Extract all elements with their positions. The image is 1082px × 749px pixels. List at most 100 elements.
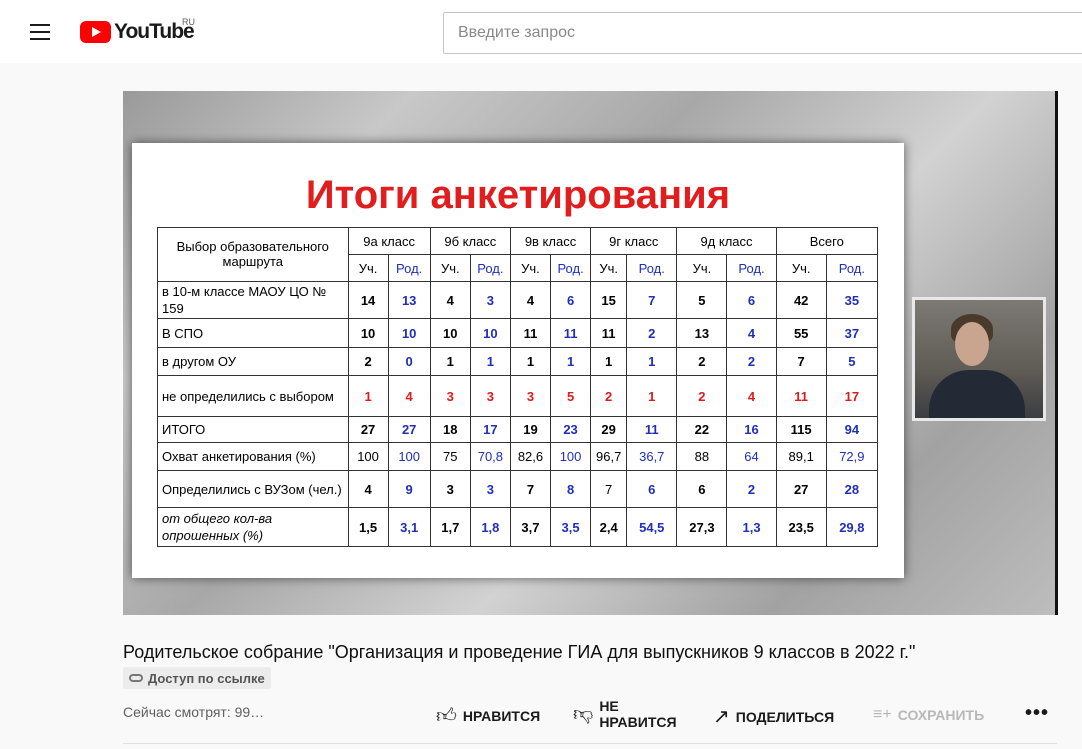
table-cell: 2: [726, 469, 777, 509]
table-cell: 17: [469, 415, 511, 444]
table-cell: 27: [775, 469, 827, 509]
table-cell: 28: [825, 469, 879, 509]
table-cell: 37: [825, 318, 879, 348]
table-cell: 3: [509, 375, 552, 417]
search-input[interactable]: Введите запрос: [443, 12, 1082, 54]
table-cell: 72,9: [825, 442, 879, 471]
table-cell: 88: [676, 442, 728, 471]
table-row: от общего кол-ва опрошенных (%) 1,5 3,1 1,7…: [157, 507, 879, 547]
table-cell: 2: [626, 318, 678, 348]
sub-header: Уч.: [676, 254, 728, 282]
dislike-label-line1: НЕ: [599, 698, 619, 714]
table-cell: 23,5: [775, 507, 827, 547]
player-edge: [1055, 91, 1058, 615]
table-cell: 17: [825, 375, 879, 417]
table-cell: 115: [775, 415, 827, 444]
table-cell: 7: [626, 280, 678, 320]
table-cell: 1: [469, 346, 511, 377]
presenter-face: [955, 322, 989, 366]
share-button[interactable]: ↗ ПОДЕЛИТЬСЯ: [713, 704, 834, 729]
link-icon: [129, 674, 143, 682]
top-bar: YouTube RU Введите запрос: [0, 0, 1082, 63]
table-cell: 15: [590, 280, 628, 320]
table-cell: 7: [775, 346, 827, 377]
table-cell: 54,5: [626, 507, 678, 547]
table-cell: 2: [726, 346, 777, 377]
class-header: Всего: [775, 226, 879, 256]
like-button[interactable]: 👍︎ НРАВИТСЯ: [436, 704, 540, 728]
video-player[interactable]: Итоги анкетирования Выбор образовательно…: [123, 91, 1057, 615]
row-label: ИТОГО: [157, 415, 349, 444]
table-cell: 9: [387, 469, 431, 509]
table-cell: 3: [469, 375, 511, 417]
table-cell: 3: [469, 469, 511, 509]
table-cell: 1,3: [726, 507, 777, 547]
class-header: 9б класс: [429, 226, 511, 256]
table-cell: 6: [726, 280, 777, 320]
table-cell: 42: [775, 280, 827, 320]
youtube-logo[interactable]: YouTube: [80, 20, 195, 44]
sub-header: Род.: [825, 254, 879, 282]
table-cell: 2: [676, 375, 728, 417]
table-cell: 100: [347, 442, 389, 471]
table-cell: 1,7: [429, 507, 471, 547]
table-row: не определились с выбором 1 4 3 3 3 5 2 1 2 4 11 17: [157, 375, 879, 417]
viewers-count: Сейчас смотрят: 99…: [123, 704, 265, 720]
table-cell: 3,1: [387, 507, 431, 547]
menu-icon[interactable]: [30, 24, 50, 40]
sub-header: Уч.: [775, 254, 827, 282]
table-cell: 1,5: [347, 507, 389, 547]
table-cell: 1: [509, 346, 552, 377]
class-header: 9а класс: [347, 226, 431, 256]
table-cell: 27,3: [676, 507, 728, 547]
table-cell: 6: [626, 469, 678, 509]
class-header: 9д класс: [676, 226, 777, 256]
share-label: ПОДЕЛИТЬСЯ: [735, 708, 835, 725]
table-cell: 36,7: [626, 442, 678, 471]
row-label: от общего кол-ва опрошенных (%): [157, 507, 349, 547]
table-cell: 35: [825, 280, 879, 320]
table-row: В СПО 10 10 10 10 11 11 11 2 13 4 55 37: [157, 318, 879, 348]
sub-header: Уч.: [509, 254, 552, 282]
sub-header: Род.: [469, 254, 511, 282]
table-cell: 3: [429, 375, 471, 417]
dislike-button[interactable]: 👎︎ НЕ НРАВИТСЯ: [573, 698, 677, 730]
table-cell: 1,8: [469, 507, 511, 547]
survey-table: Выбор образовательного маршрута 9а класс…: [157, 226, 879, 547]
table-cell: 0: [387, 346, 431, 377]
sub-header: Уч.: [347, 254, 389, 282]
table-cell: 27: [347, 415, 389, 444]
sub-header: Уч.: [590, 254, 628, 282]
table-cell: 3,7: [509, 507, 552, 547]
table-cell: 7: [509, 469, 552, 509]
sub-header: Уч.: [429, 254, 471, 282]
table-cell: 11: [775, 375, 827, 417]
table-cell: 2,4: [590, 507, 628, 547]
table-cell: 100: [387, 442, 431, 471]
thumb-up-icon: 👍︎: [436, 705, 457, 727]
table-cell: 4: [726, 375, 777, 417]
table-row: Охват анкетирования (%) 100 100 75 70,8 82,6 1…: [157, 442, 879, 471]
table-cell: 1: [626, 375, 678, 417]
divider: [123, 743, 1057, 744]
table-row: Определились с ВУЗом (чел.) 4 9 3 3 7 8 7 6 6 2 27 2…: [157, 469, 879, 509]
play-logo-icon: [80, 21, 111, 43]
table-cell: 29: [590, 415, 628, 444]
table-cell: 18: [429, 415, 471, 444]
table-cell: 6: [550, 280, 592, 320]
table-cell: 3,5: [550, 507, 592, 547]
access-badge-label: Доступ по ссылке: [148, 670, 265, 686]
class-header: 9в класс: [509, 226, 592, 256]
row-label: Охват анкетирования (%): [157, 442, 349, 471]
table-cell: 55: [775, 318, 827, 348]
table-cell: 3: [469, 280, 511, 320]
presenter-body: [929, 370, 1025, 418]
table-cell: 4: [347, 469, 389, 509]
table-cell: 82,6: [509, 442, 552, 471]
more-icon[interactable]: •••: [1025, 702, 1049, 725]
sub-header: Род.: [726, 254, 777, 282]
save-button[interactable]: ≡+ СОХРАНИТЬ: [873, 706, 984, 724]
thumb-down-icon: 👎︎: [573, 703, 594, 725]
table-cell: 4: [387, 375, 431, 417]
save-label: СОХРАНИТЬ: [897, 707, 985, 723]
